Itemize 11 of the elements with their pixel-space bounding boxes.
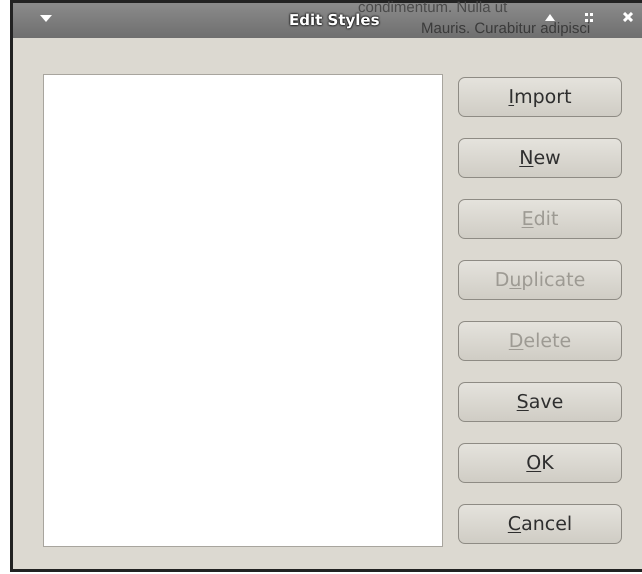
move-handle-icon[interactable] [585, 13, 593, 22]
dialog-button[interactable]: Cancel [458, 504, 622, 544]
menu-caret-icon[interactable] [40, 15, 52, 22]
window-title: Edit Styles [289, 11, 380, 31]
dialog-button[interactable]: Import [458, 77, 622, 117]
maximize-icon[interactable] [545, 14, 555, 21]
close-icon[interactable] [623, 12, 633, 22]
dialog-button[interactable]: Save [458, 382, 622, 422]
dialog-button[interactable]: OK [458, 443, 622, 483]
background-text: Mauris. Curabitur adipisci [421, 21, 590, 37]
dialog-button[interactable]: New [458, 138, 622, 178]
